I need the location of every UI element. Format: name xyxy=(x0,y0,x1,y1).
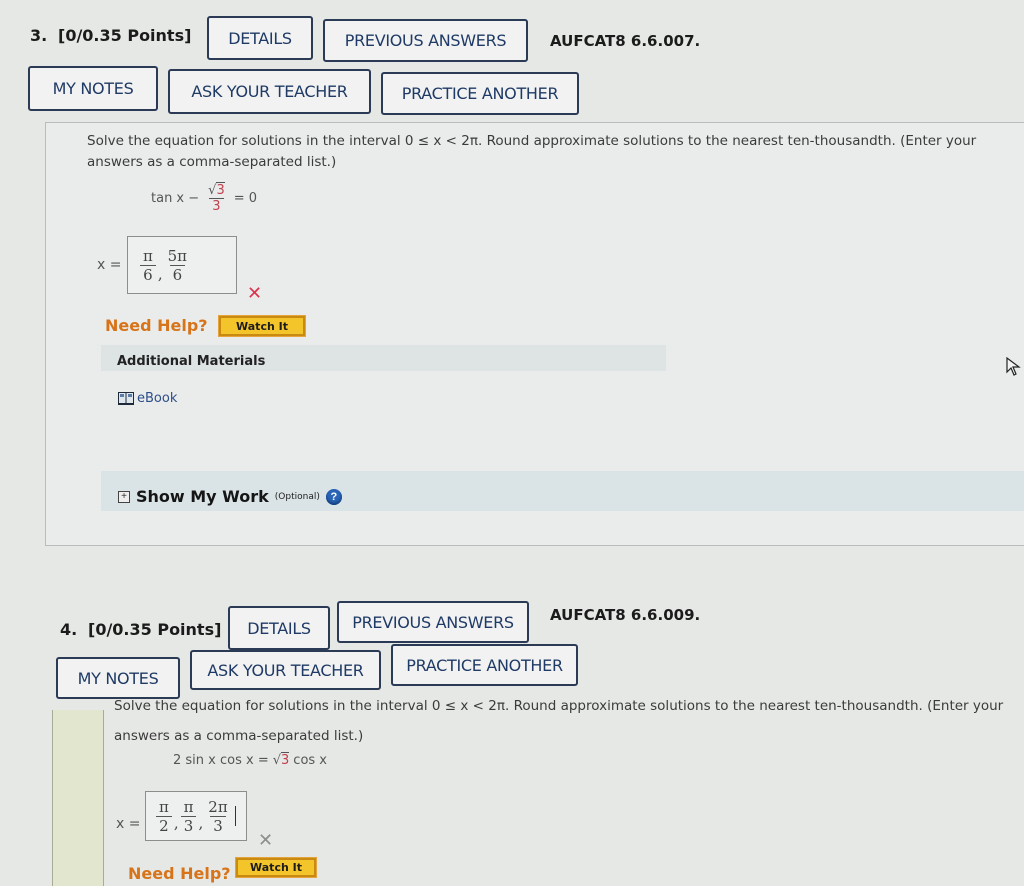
equation-rhs: cos x xyxy=(293,753,327,768)
question-points: [0/0.35 Points] xyxy=(58,26,192,45)
answer-fraction: π 6 xyxy=(140,247,156,284)
equation: tan x − √3 3 = 0 xyxy=(151,182,258,214)
question-prompt-line-1: Solve the equation for solutions in the … xyxy=(114,698,1004,714)
practice-another-button[interactable]: PRACTICE ANOTHER xyxy=(381,72,579,115)
answer-fraction: 2π 3 xyxy=(208,797,228,835)
previous-answers-button[interactable]: PREVIOUS ANSWERS xyxy=(323,19,528,62)
text-caret xyxy=(234,806,236,826)
details-button[interactable]: DETAILS xyxy=(228,606,330,650)
previous-answers-button[interactable]: PREVIOUS ANSWERS xyxy=(337,601,529,643)
question-status-stripe xyxy=(52,710,104,886)
question-prompt-line-1: Solve the equation for solutions in the … xyxy=(87,133,977,149)
equation: 2 sin x cos x = √3 cos x xyxy=(173,752,327,768)
help-question-icon[interactable]: ? xyxy=(325,488,342,505)
incorrect-x-icon: ✕ xyxy=(258,830,274,850)
question-number: 4. xyxy=(60,620,78,639)
watch-it-button[interactable]: Watch It xyxy=(218,315,306,337)
optional-label: (Optional) xyxy=(274,491,320,502)
equation-lhs: tan x − xyxy=(151,191,200,206)
book-icon xyxy=(118,392,134,405)
question-prompt-line-2: answers as a comma-separated list.) xyxy=(87,154,337,170)
my-notes-button[interactable]: MY NOTES xyxy=(56,657,180,699)
sqrt-icon: √ xyxy=(272,753,282,768)
question-number: 3. xyxy=(30,26,48,45)
question-prompt-line-2: answers as a comma-separated list.) xyxy=(114,728,364,744)
question-3-panel: Solve the equation for solutions in the … xyxy=(45,122,1024,546)
answer-fraction: 5π 6 xyxy=(167,246,188,284)
equation-rhs: = 0 xyxy=(233,191,258,206)
answer-separator: , xyxy=(198,814,204,832)
question-code: AUFCAT8 6.6.009. xyxy=(550,606,701,624)
answer-label: x = xyxy=(116,816,141,832)
mouse-pointer-icon xyxy=(1006,357,1021,376)
answer-fraction: π 2 xyxy=(156,798,172,835)
show-my-work-toggle[interactable]: + Show My Work (Optional) ? xyxy=(118,487,342,506)
answer-input[interactable]: π 6 , 5π 6 xyxy=(127,236,237,294)
ask-your-teacher-button[interactable]: ASK YOUR TEACHER xyxy=(190,650,381,690)
incorrect-x-icon: ✕ xyxy=(247,283,263,303)
additional-materials-heading: Additional Materials xyxy=(117,354,266,369)
ebook-link[interactable]: eBook xyxy=(118,391,177,406)
answer-label: x = xyxy=(97,257,122,273)
show-my-work-label: Show My Work xyxy=(136,487,269,506)
practice-another-button[interactable]: PRACTICE ANOTHER xyxy=(391,644,578,686)
question-points: [0/0.35 Points] xyxy=(88,620,222,639)
sqrt-radicand: 3 xyxy=(281,752,290,768)
details-button[interactable]: DETAILS xyxy=(207,16,313,60)
answer-fraction: π 3 xyxy=(180,798,197,835)
answer-input[interactable]: π 2 , π 3 , 2π 3 xyxy=(145,791,247,841)
equation-denominator: 3 xyxy=(209,198,224,214)
ask-your-teacher-button[interactable]: ASK YOUR TEACHER xyxy=(168,69,371,114)
watch-it-button[interactable]: Watch It xyxy=(235,857,317,878)
need-help-label: Need Help? xyxy=(105,316,208,335)
question-code: AUFCAT8 6.6.007. xyxy=(550,32,701,50)
need-help-label: Need Help? xyxy=(128,864,231,883)
my-notes-button[interactable]: MY NOTES xyxy=(28,66,158,111)
expand-plus-icon: + xyxy=(118,490,130,503)
sqrt-radicand: 3 xyxy=(216,182,225,198)
answer-separator: , xyxy=(157,265,163,283)
answer-separator: , xyxy=(173,814,179,832)
equation-lhs: 2 sin x cos x = xyxy=(173,753,269,768)
ebook-label: eBook xyxy=(137,391,178,406)
